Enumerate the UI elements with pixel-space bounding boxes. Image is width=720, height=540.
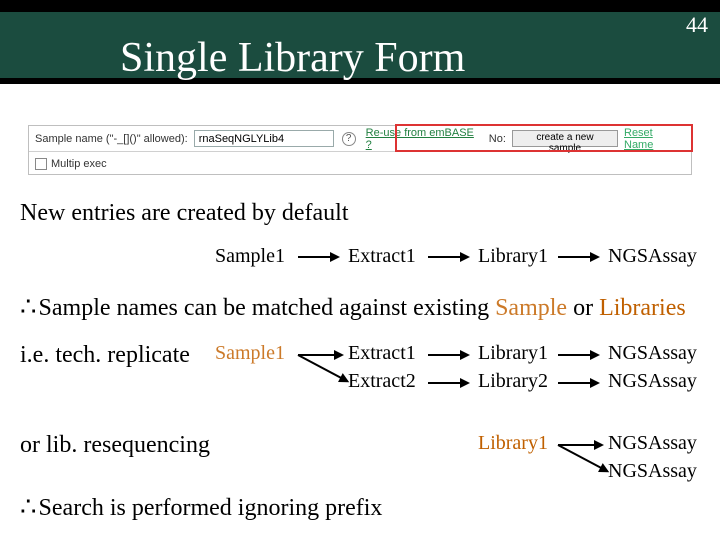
multip-exec-checkbox[interactable] [35, 158, 47, 170]
node-sample1-b: Sample1 [215, 342, 285, 365]
no-label: No: [489, 133, 506, 145]
page-number: 44 [686, 12, 708, 38]
node-extract1-b: Extract1 [348, 342, 416, 365]
node-ngsassay-c2: NGSAssay [608, 460, 697, 483]
arrow-icon [428, 354, 468, 356]
arrow-icon [428, 382, 468, 384]
node-library1-c: Library1 [478, 432, 548, 455]
sample-colored: Sample [495, 295, 567, 321]
text-new-entries: New entries are created by default [20, 198, 700, 229]
create-new-sample-button[interactable]: create a new sample [512, 130, 618, 147]
top-bar [0, 0, 720, 12]
node-library1-b: Library1 [478, 342, 548, 365]
arrow-icon [298, 354, 342, 356]
node-extract1-a: Extract1 [348, 245, 416, 268]
node-ngsassay-a: NGSAssay [608, 245, 697, 268]
sample-name-input[interactable] [194, 130, 334, 147]
therefore-icon: ∴ [20, 492, 37, 521]
node-extract2-b: Extract2 [348, 370, 416, 393]
arrow-icon [558, 382, 598, 384]
node-sample1-a: Sample1 [215, 245, 285, 268]
node-ngsassay-b1: NGSAssay [608, 342, 697, 365]
arrow-icon [298, 256, 338, 258]
node-ngsassay-c1: NGSAssay [608, 432, 697, 455]
title-bar: Single Library Form [0, 12, 720, 84]
reuse-embase-link[interactable]: Re-use from emBASE ? [366, 127, 483, 151]
slide-title: Single Library Form [120, 34, 465, 82]
node-library1-a: Library1 [478, 245, 548, 268]
form-row-2: Multip exec [29, 152, 691, 175]
arrow-icon [558, 354, 598, 356]
reset-name-link[interactable]: Reset Name [624, 127, 685, 151]
node-ngsassay-b2: NGSAssay [608, 370, 697, 393]
text-match-line: ∴Sample names can be matched against exi… [20, 290, 700, 324]
slide: Single Library Form 44 Sample name ("-_[… [0, 0, 720, 540]
arrow-icon [558, 444, 602, 446]
libraries-colored: Libraries [599, 295, 686, 321]
arrow-icon [428, 256, 468, 258]
therefore-icon: ∴ [20, 292, 37, 321]
node-library2-b: Library2 [478, 370, 548, 393]
arrow-icon [558, 256, 598, 258]
help-icon[interactable]: ? [342, 132, 356, 146]
multip-exec-label: Multip exec [51, 158, 107, 170]
sample-form: Sample name ("-_[]()" allowed): ? Re-use… [28, 125, 692, 175]
text-search-ignore: ∴Search is performed ignoring prefix [20, 490, 700, 524]
sample-name-label: Sample name ("-_[]()" allowed): [35, 133, 188, 145]
form-row-1: Sample name ("-_[]()" allowed): ? Re-use… [29, 126, 691, 152]
